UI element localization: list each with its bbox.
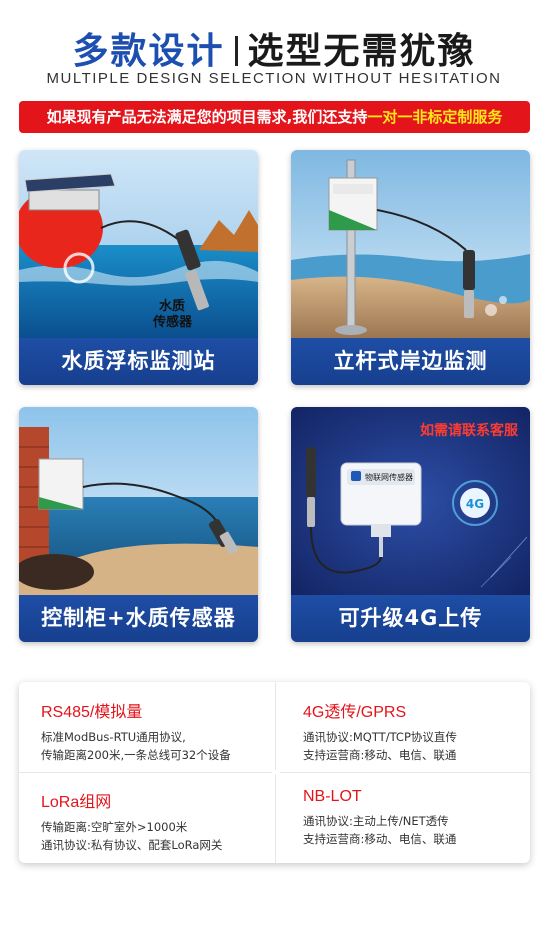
feature-nb: NB-LOT 通讯协议:主动上传/NET透传 支持运营商:移动、电信、联通 xyxy=(303,788,548,848)
pole-shore-image xyxy=(291,150,530,338)
card-caption: 控制柜+水质传感器 xyxy=(19,595,258,642)
feature-title: 4G透传/GPRS xyxy=(303,704,407,721)
cabinet-sensor-image xyxy=(19,407,258,595)
feature-title: NB-LOT xyxy=(303,788,362,805)
feature-line: 支持运营商:移动、电信、联通 xyxy=(303,748,457,762)
title-left: 多款设计 xyxy=(72,31,225,72)
divider-gap xyxy=(272,770,280,775)
feature-title: LoRa组网 xyxy=(41,794,112,811)
4g-upgrade-card[interactable]: 物联网传感器 4G 如需请联系客服 可升级4G上传 xyxy=(291,407,530,642)
card-caption: 水质浮标监测站 xyxy=(19,338,258,385)
transmission-options-panel: RS485/模拟量 标准ModBus-RTU通用协议, 传输距离200米,一条总… xyxy=(19,682,530,863)
card-caption: 立杆式岸边监测 xyxy=(291,338,530,385)
feature-line: 支持运营商:移动、电信、联通 xyxy=(303,832,457,846)
title-divider xyxy=(234,36,238,66)
feature-line: 通讯协议:主动上传/NET透传 xyxy=(303,814,449,828)
banner-text: 如果现有产品无法满足您的项目需求,我们还支持 xyxy=(46,108,368,126)
feature-lora: LoRa组网 传输距离:空旷室外>1000米 通讯协议:私有协议、配套LoRa网… xyxy=(41,788,291,854)
card-caption: 可升级4G上传 xyxy=(291,595,530,642)
banner-highlight: 一对一非标定制服务 xyxy=(367,108,503,126)
contact-badge: 如需请联系客服 xyxy=(420,422,519,439)
custom-service-banner: 如果现有产品无法满足您的项目需求,我们还支持一对一非标定制服务 xyxy=(19,101,530,133)
signal-label: 4G xyxy=(466,497,484,511)
title-right: 选型无需犹豫 xyxy=(247,31,476,72)
buoy-station-image: 水质 传感器 xyxy=(19,150,258,338)
4g-upgrade-image: 物联网传感器 4G 如需请联系客服 xyxy=(291,407,530,595)
feature-rs485: RS485/模拟量 标准ModBus-RTU通用协议, 传输距离200米,一条总… xyxy=(41,698,291,764)
sensor-label-line1: 水质 xyxy=(159,298,185,314)
feature-line: 传输距离200米,一条总线可32个设备 xyxy=(41,748,231,762)
cabinet-sensor-card[interactable]: 控制柜+水质传感器 xyxy=(19,407,258,642)
page-subtitle: MULTIPLE DESIGN SELECTION WITHOUT HESITA… xyxy=(46,70,502,87)
feature-line: 通讯协议:私有协议、配套LoRa网关 xyxy=(41,838,223,852)
feature-line: 通讯协议:MQTT/TCP协议直传 xyxy=(303,730,457,744)
feature-4g: 4G透传/GPRS 通讯协议:MQTT/TCP协议直传 支持运营商:移动、电信、… xyxy=(303,698,548,764)
feature-line: 传输距离:空旷室外>1000米 xyxy=(41,820,188,834)
device-label: 物联网传感器 xyxy=(365,472,413,482)
sensor-label-line2: 传感器 xyxy=(152,314,193,330)
page-title: 多款设计 选型无需犹豫 xyxy=(0,22,548,74)
pole-shore-card[interactable]: 立杆式岸边监测 xyxy=(291,150,530,385)
buoy-station-card[interactable]: 水质 传感器 水质浮标监测站 xyxy=(19,150,258,385)
feature-line: 标准ModBus-RTU通用协议, xyxy=(41,730,186,744)
feature-title: RS485/模拟量 xyxy=(41,704,143,721)
